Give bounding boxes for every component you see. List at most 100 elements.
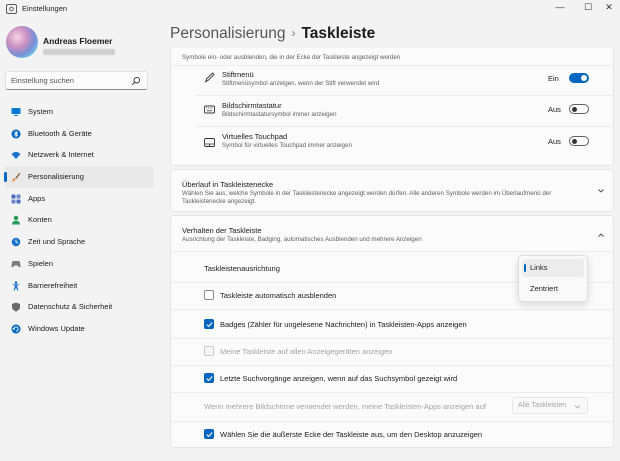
row-title: Bildschirmtastatur [222,101,282,110]
multi-display-label: Wenn mehrere Bildschirme verwendet werde… [204,402,486,411]
desktop-corner-checkbox[interactable] [204,429,214,439]
sidebar-item-label: Apps [28,193,46,203]
taskbar-alignment-label: Taskleistenausrichtung [204,264,280,273]
pen-menu-toggle[interactable] [569,73,589,83]
option-label: Zentriert [530,284,558,293]
sidebar-item-gaming[interactable]: Spielen [4,253,154,275]
dropdown-option-center[interactable]: Zentriert [522,280,584,298]
monitor-icon [11,108,21,116]
toggle-state-label: Aus [548,105,561,114]
sidebar-item-apps[interactable]: Apps [4,188,154,210]
sidebar-item-bluetooth[interactable]: Bluetooth & Geräte [4,123,154,145]
sidebar-item-label: Konten [28,215,52,225]
badges-checkbox[interactable] [204,319,214,329]
row-description: Stiftmenüsymbol anzeigen, wenn der Stift… [222,80,380,87]
divider [171,338,613,339]
auto-hide-checkbox[interactable] [204,290,214,300]
divider [171,251,613,252]
sidebar-item-personalization[interactable]: Personalisierung [4,166,154,188]
divider [171,365,613,366]
dropdown-option-left[interactable]: Links [522,259,584,277]
apps-icon [11,194,21,204]
toggle-state-label: Aus [548,137,561,146]
user-name: Andreas Floemer [43,36,113,46]
taskbar-corner-icons-card: Symbole ein- oder ausblenden, die in der… [170,48,614,166]
sidebar-item-system[interactable]: System [4,101,154,123]
taskbar-alignment-dropdown[interactable]: Links Zentriert [518,255,588,302]
section-title: Verhalten der Taskleiste [182,226,262,235]
update-icon [11,324,21,334]
gamepad-icon [11,260,21,268]
chevron-up-icon[interactable] [597,231,605,239]
wifi-icon [11,152,21,160]
section-description: Symbole ein- oder ausblenden, die in der… [182,54,401,61]
sidebar-item-accounts[interactable]: Konten [4,209,154,231]
breadcrumb-parent[interactable]: Personalisierung [170,25,285,42]
search-icon[interactable] [131,76,141,86]
checkbox-label: Taskleiste automatisch ausblenden [220,291,337,300]
sidebar-item-label: Barrierefreiheit [28,280,78,290]
touch-keyboard-toggle[interactable] [569,104,589,114]
section-description: Taskleistenecke angezeigt. [182,198,256,205]
divider [171,65,613,66]
sidebar-item-time-language[interactable]: Zeit und Sprache [4,231,154,253]
checkbox-label: Wählen Sie die äußerste Ecke der Tasklei… [220,430,483,439]
virtual-touchpad-toggle[interactable] [569,136,589,146]
minimize-button[interactable]: — [548,0,572,14]
window-title: Einstellungen [22,4,68,13]
content-area: Symbole ein- oder ausblenden, die in der… [170,48,614,461]
keyboard-icon [204,105,215,114]
sidebar-item-label: Personalisierung [28,172,84,182]
shield-icon [12,302,20,312]
person-icon [12,216,20,225]
title-bar: Einstellungen — ☐ ✕ [0,0,620,17]
sidebar-nav: System Bluetooth & Geräte Netzwerk & Int… [4,101,154,340]
avatar[interactable] [6,26,38,58]
sidebar-item-network[interactable]: Netzwerk & Internet [4,144,154,166]
row-title: Virtuelles Touchpad [222,132,288,141]
chevron-down-icon[interactable] [597,187,605,195]
close-button[interactable]: ✕ [597,0,620,14]
page-title: Taskleiste [301,25,376,42]
checkmark-icon [205,375,213,381]
checkmark-icon [205,431,213,437]
sidebar-item-label: Bluetooth & Geräte [28,128,92,138]
checkbox-label: Letzte Suchvorgänge anzeigen, wenn auf d… [220,374,458,383]
select-value: Alle Taskleisten [518,402,567,409]
show-on-all-displays-checkbox [204,346,214,356]
sidebar-item-label: Zeit und Sprache [28,237,86,247]
section-description: Wählen Sie aus, welche Symbole in der Ta… [182,190,552,197]
sidebar-item-privacy-security[interactable]: Datenschutz & Sicherheit [4,296,154,318]
divider [196,126,613,127]
search-box[interactable] [5,71,148,90]
bluetooth-icon [11,129,21,139]
sidebar-item-label: Datenschutz & Sicherheit [28,302,113,312]
touchpad-icon [204,138,215,147]
section-title: Überlauf in Taskleistenecke [182,180,274,189]
checkbox-label: Meine Taskleiste auf allen Anzeigegeräte… [220,347,393,356]
sidebar-item-label: Windows Update [28,323,85,333]
sidebar-item-accessibility[interactable]: Barrierefreiheit [4,275,154,297]
divider [171,392,613,393]
breadcrumb: Personalisierung › Taskleiste [170,25,375,43]
checkmark-icon [205,321,213,327]
sidebar-item-label: System [28,107,54,116]
sidebar-item-label: Spielen [28,258,54,268]
accessibility-icon [12,280,20,290]
recent-searches-checkbox[interactable] [204,373,214,383]
row-description: Bildschirmtastatursymbol immer anzeigen [222,111,337,118]
checkbox-label: Badges (Zähler für ungelesene Nachrichte… [220,320,467,329]
brush-icon [11,172,21,182]
sidebar-item-label: Netzwerk & Internet [28,150,94,160]
chevron-down-icon [574,405,581,409]
pen-icon [204,72,215,83]
sidebar-item-windows-update[interactable]: Windows Update [4,318,154,340]
globe-clock-icon [11,237,21,247]
multi-display-select: Alle Taskleisten [512,397,588,414]
search-input[interactable] [11,76,131,85]
settings-app-icon [6,4,17,14]
taskbar-corner-overflow-card[interactable]: Überlauf in Taskleistenecke Wählen Sie a… [170,169,614,212]
section-description: Ausrichtung der Taskleiste, Badging, aut… [182,236,422,243]
option-label: Links [530,263,548,272]
breadcrumb-separator: › [291,26,296,40]
